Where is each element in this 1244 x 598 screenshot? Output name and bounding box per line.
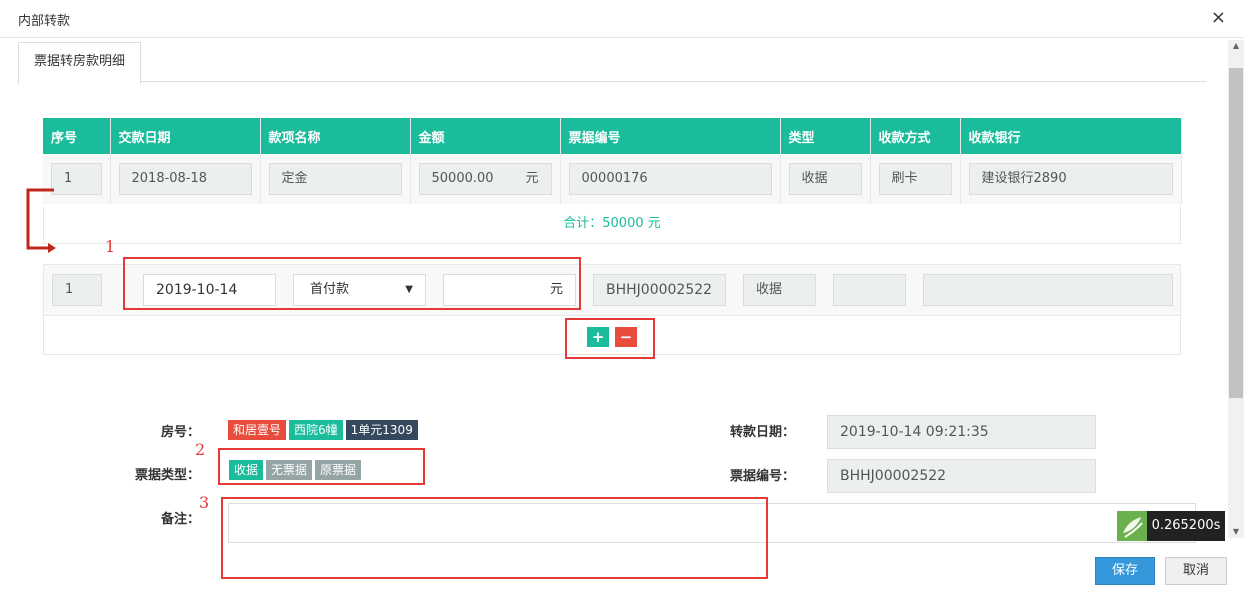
table-header-row: 序号 交款日期 款项名称 金额 票据编号 类型 收款方式 收款银行 — [43, 118, 1182, 154]
date-cell: 2018-08-18 — [118, 163, 252, 195]
annotation-arrow-icon — [26, 188, 56, 253]
scrollbar-thumb[interactable] — [1229, 68, 1243, 398]
annotation-box-3 — [221, 497, 768, 579]
tab-receipt-transfer-detail[interactable]: 票据转房款明细 — [18, 42, 142, 85]
room-label: 房号： — [160, 425, 200, 440]
receipt-no-cell: 00000176 — [568, 163, 772, 195]
tab-bar: 票据转房款明细 — [18, 40, 1206, 85]
scroll-down-icon[interactable]: ▼ — [1228, 526, 1244, 538]
amount-cell: 50000.00 元 — [418, 163, 552, 195]
new-receipt-no-cell: BHHJ00002522 — [593, 274, 726, 306]
leaf-logo-icon — [1117, 511, 1147, 541]
column-header: 序号 — [43, 118, 111, 154]
timer-readout: 0.265200s — [1147, 511, 1225, 541]
column-header: 金额 — [410, 118, 561, 154]
save-button[interactable]: 保存 — [1095, 557, 1155, 585]
total-row: 合计：50000 元 — [43, 206, 1181, 244]
room-tag: 西院6幢 — [289, 420, 343, 440]
new-type-cell: 收据 — [743, 274, 816, 306]
amount-unit: 元 — [525, 171, 539, 186]
annotation-label-1: 1 — [105, 237, 116, 256]
transfer-date-field: 2019-10-14 09:21:35 — [827, 415, 1096, 449]
receipt-type-label: 票据类型： — [134, 468, 200, 483]
column-header: 款项名称 — [260, 118, 411, 154]
column-header: 票据编号 — [560, 118, 781, 154]
column-header: 收款银行 — [960, 118, 1182, 154]
scroll-up-icon[interactable]: ▲ — [1228, 40, 1244, 52]
bank-cell: 建设银行2890 — [968, 163, 1173, 195]
transfer-date-label: 转款日期： — [729, 425, 795, 440]
new-seq-cell: 1 — [52, 274, 102, 306]
new-method-cell[interactable] — [833, 274, 906, 306]
column-header: 交款日期 — [110, 118, 261, 154]
column-header: 类型 — [780, 118, 871, 154]
receipt-no-label: 票据编号： — [729, 469, 795, 484]
type-cell: 收据 — [788, 163, 862, 195]
annotation-box-2 — [218, 448, 425, 485]
remark-label: 备注： — [160, 512, 200, 527]
method-cell: 刷卡 — [878, 163, 952, 195]
new-bank-cell[interactable] — [923, 274, 1173, 306]
dialog-title: 内部转款 — [18, 14, 71, 29]
table-row: 1 2018-08-18 定金 50000.00 元 00000176 收据 刷卡… — [43, 154, 1182, 204]
item-cell: 定金 — [268, 163, 402, 195]
payments-table: 序号 交款日期 款项名称 金额 票据编号 类型 收款方式 收款银行 1 2018… — [43, 118, 1182, 204]
close-icon[interactable]: × — [1211, 8, 1226, 28]
room-tag: 1单元1309 — [345, 420, 418, 440]
room-tags: 和居壹号 西院6幢 1单元1309 — [228, 420, 421, 440]
amount-value: 50000.00 — [431, 171, 494, 186]
receipt-no-field: BHHJ00002522 — [827, 459, 1096, 493]
room-tag: 和居壹号 — [228, 420, 287, 440]
annotation-label-3: 3 — [199, 493, 210, 512]
cancel-button[interactable]: 取消 — [1165, 557, 1227, 585]
dialog-titlebar: 内部转款 × — [0, 0, 1244, 38]
column-header: 收款方式 — [870, 118, 961, 154]
annotation-label-2: 2 — [195, 440, 206, 459]
annotation-box-1 — [123, 257, 581, 310]
annotation-box-row-actions — [565, 318, 655, 359]
